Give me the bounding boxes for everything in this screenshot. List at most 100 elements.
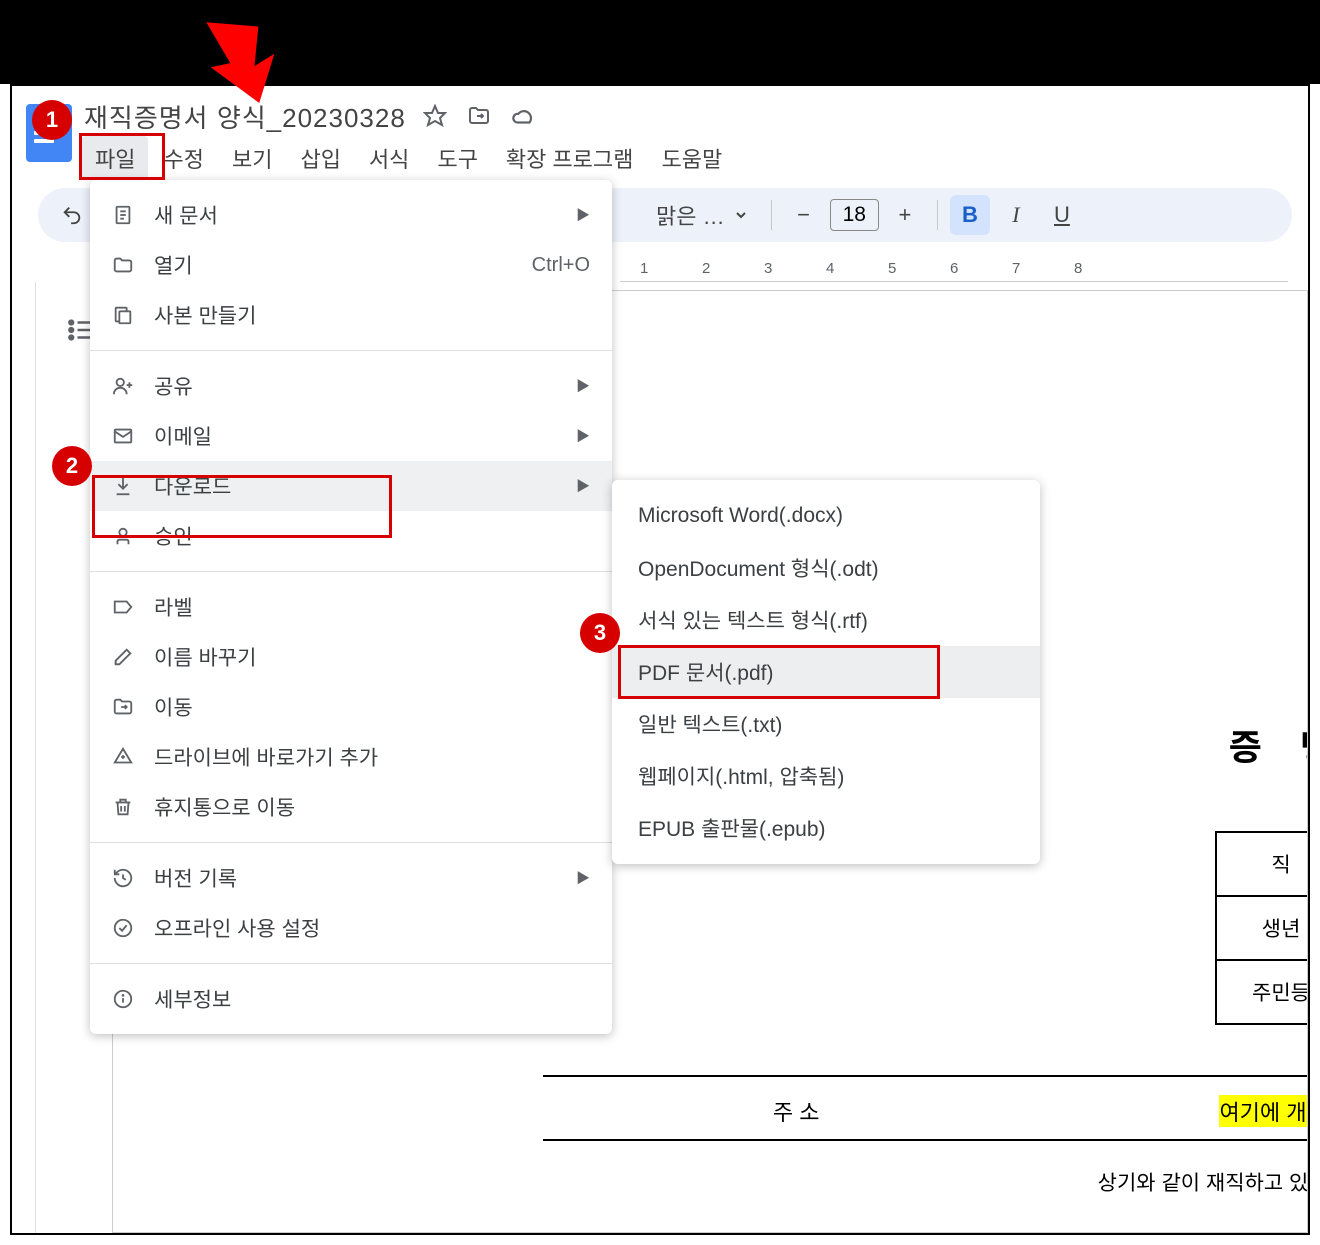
table-cell: 직 — [1216, 832, 1308, 896]
menu-insert[interactable]: 삽입 — [287, 136, 353, 180]
bold-button[interactable]: B — [950, 195, 990, 235]
horizontal-ruler[interactable]: 1 2 3 4 5 6 7 8 — [620, 256, 1288, 282]
menu-item-trash[interactable]: 휴지통으로 이동 — [90, 782, 612, 832]
menu-label: 다운로드 — [154, 471, 558, 501]
table-cell: 생년 — [1216, 896, 1308, 960]
move-folder-icon — [110, 694, 136, 720]
menu-item-approval[interactable]: 승인 — [90, 511, 612, 561]
menu-item-label[interactable]: 라벨 — [90, 582, 612, 632]
email-icon — [110, 423, 136, 449]
menu-item-version-history[interactable]: 버전 기록 ▶ — [90, 853, 612, 903]
menu-edit[interactable]: 수정 — [150, 136, 216, 180]
keyboard-shortcut: Ctrl+O — [532, 254, 590, 277]
annotation-badge-2: 2 — [52, 446, 92, 486]
font-size-increase[interactable]: + — [885, 195, 925, 235]
menu-label: 새 문서 — [154, 200, 558, 230]
menu-item-download[interactable]: 다운로드 ▶ — [90, 461, 612, 511]
menu-view[interactable]: 보기 — [219, 136, 285, 180]
star-icon[interactable] — [420, 101, 450, 131]
menu-file[interactable]: 파일 — [82, 136, 148, 180]
label-icon — [110, 594, 136, 620]
cloud-status-icon[interactable] — [508, 101, 538, 131]
submenu-item-rtf[interactable]: 서식 있는 텍스트 형식(.rtf) — [612, 594, 1040, 646]
app-frame: 재직증명서 양식_20230328 파일 수정 보기 삽입 서식 도구 확장 프… — [10, 84, 1310, 1235]
menu-item-move[interactable]: 이동 — [90, 682, 612, 732]
move-folder-icon[interactable] — [464, 101, 494, 131]
submenu-label: Microsoft Word(.docx) — [638, 504, 843, 528]
menu-label: 승인 — [154, 521, 590, 551]
menu-tools[interactable]: 도구 — [424, 136, 490, 180]
menu-label: 사본 만들기 — [154, 300, 590, 330]
menu-item-new-document[interactable]: 새 문서 ▶ — [90, 190, 612, 240]
font-family-selector[interactable]: 맑은 … — [644, 199, 759, 231]
drive-shortcut-icon — [110, 744, 136, 770]
submenu-item-odt[interactable]: OpenDocument 형식(.odt) — [612, 542, 1040, 594]
menu-extensions[interactable]: 확장 프로그램 — [493, 136, 647, 180]
document-footer-text: 상기와 같이 재직하고 있음을 — [1098, 1167, 1308, 1197]
submenu-item-docx[interactable]: Microsoft Word(.docx) — [612, 490, 1040, 542]
menu-item-details[interactable]: 세부정보 — [90, 974, 612, 1024]
download-submenu: Microsoft Word(.docx) OpenDocument 형식(.o… — [612, 480, 1040, 864]
address-value-highlighted: 여기에 개인의 — [1219, 1095, 1308, 1127]
table-divider — [543, 1075, 1308, 1077]
menu-item-add-shortcut[interactable]: 드라이브에 바로가기 추가 — [90, 732, 612, 782]
menu-label: 이메일 — [154, 421, 558, 451]
toolbar-separator — [937, 200, 938, 230]
menu-format[interactable]: 서식 — [356, 136, 422, 180]
menu-label: 이름 바꾸기 — [154, 642, 590, 672]
annotation-badge-1: 1 — [32, 100, 72, 140]
menu-item-rename[interactable]: 이름 바꾸기 — [90, 632, 612, 682]
menu-divider — [90, 963, 612, 964]
submenu-label: EPUB 출판물(.epub) — [638, 813, 826, 843]
submenu-arrow-icon: ▶ — [576, 426, 590, 446]
menu-label: 이동 — [154, 692, 590, 722]
menu-item-make-copy[interactable]: 사본 만들기 — [90, 290, 612, 340]
font-size-decrease[interactable]: − — [784, 195, 824, 235]
red-arrow-annotation — [175, 0, 325, 110]
submenu-item-pdf[interactable]: PDF 문서(.pdf) — [612, 646, 1040, 698]
italic-button[interactable]: I — [996, 195, 1036, 235]
menu-label: 공유 — [154, 371, 558, 401]
approval-icon — [110, 523, 136, 549]
menu-item-offline[interactable]: 오프라인 사용 설정 — [90, 903, 612, 953]
submenu-arrow-icon: ▶ — [576, 868, 590, 888]
menu-item-open[interactable]: 열기 Ctrl+O — [90, 240, 612, 290]
menu-label: 세부정보 — [154, 984, 590, 1014]
history-icon — [110, 865, 136, 891]
file-dropdown-menu: 새 문서 ▶ 열기 Ctrl+O 사본 만들기 공유 ▶ 이메일 ▶ 다운로드 … — [90, 180, 612, 1034]
menu-divider — [90, 571, 612, 572]
menu-label: 열기 — [154, 250, 514, 280]
edit-icon — [110, 644, 136, 670]
menu-label: 드라이브에 바로가기 추가 — [154, 742, 590, 772]
font-size-input[interactable]: 18 — [830, 199, 879, 231]
annotation-badge-3: 3 — [580, 613, 620, 653]
submenu-item-epub[interactable]: EPUB 출판물(.epub) — [612, 802, 1040, 854]
info-icon — [110, 986, 136, 1012]
offline-icon — [110, 915, 136, 941]
menu-item-email[interactable]: 이메일 ▶ — [90, 411, 612, 461]
submenu-arrow-icon: ▶ — [576, 376, 590, 396]
undo-button[interactable] — [52, 195, 92, 235]
table-divider — [543, 1139, 1308, 1141]
vertical-ruler[interactable] — [12, 282, 36, 1233]
address-label: 주 소 — [773, 1095, 820, 1127]
menu-label: 버전 기록 — [154, 863, 558, 893]
menu-label: 라벨 — [154, 592, 590, 622]
submenu-label: OpenDocument 형식(.odt) — [638, 553, 879, 583]
menu-divider — [90, 350, 612, 351]
chevron-down-icon — [735, 209, 747, 221]
download-icon — [110, 473, 136, 499]
menu-item-share[interactable]: 공유 ▶ — [90, 361, 612, 411]
menu-label: 휴지통으로 이동 — [154, 792, 590, 822]
underline-button[interactable]: U — [1042, 195, 1082, 235]
submenu-item-html[interactable]: 웹페이지(.html, 압축됨) — [612, 750, 1040, 802]
submenu-arrow-icon: ▶ — [576, 205, 590, 225]
document-icon — [110, 202, 136, 228]
submenu-label: 웹페이지(.html, 압축됨) — [638, 761, 844, 791]
trash-icon — [110, 794, 136, 820]
menu-help[interactable]: 도움말 — [648, 136, 735, 180]
address-row: 주 소 여기에 개인의 — [773, 1095, 1308, 1127]
menu-divider — [90, 842, 612, 843]
submenu-item-txt[interactable]: 일반 텍스트(.txt) — [612, 698, 1040, 750]
person-add-icon — [110, 373, 136, 399]
